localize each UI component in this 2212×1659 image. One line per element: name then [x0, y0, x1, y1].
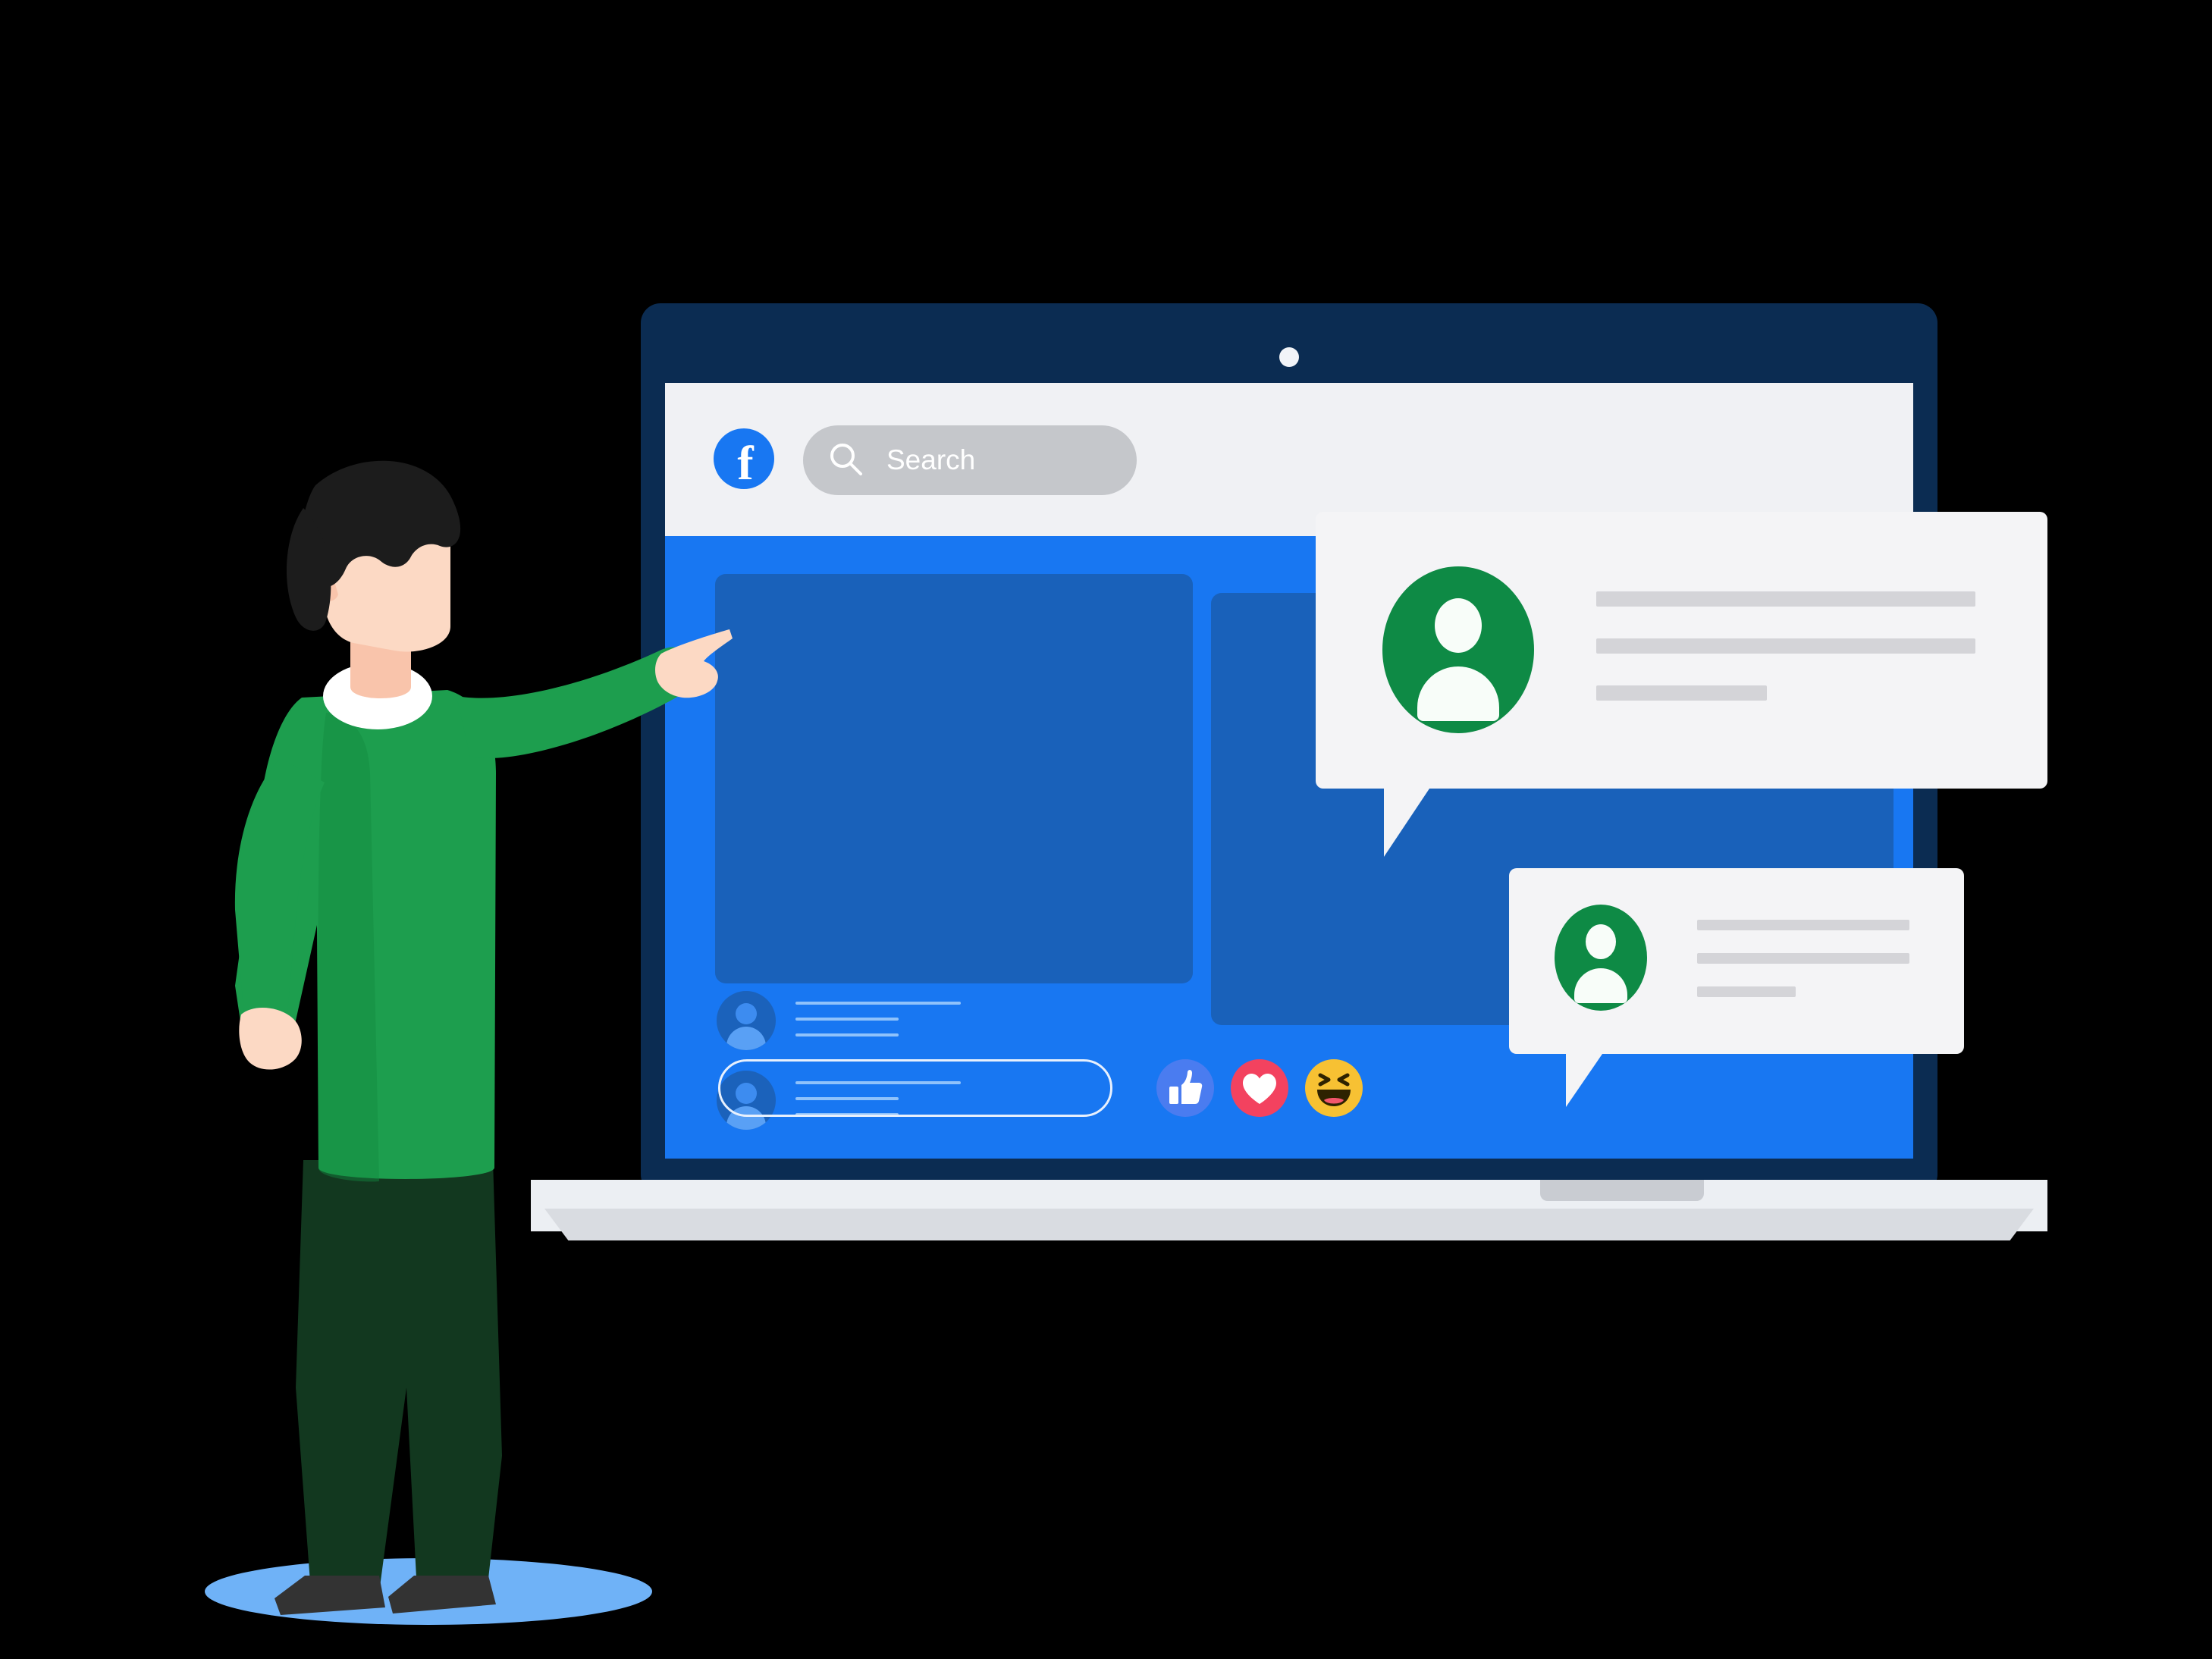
- search-placeholder-text: Search: [886, 444, 976, 475]
- avatar-head: [1586, 924, 1616, 959]
- chat-bubble-secondary[interactable]: [1509, 868, 1964, 1107]
- placeholder-line: [1697, 920, 1909, 930]
- message-text-placeholder: [1697, 920, 1909, 1020]
- chat-bubble-tail: [1566, 1054, 1602, 1107]
- person-pants: [296, 1160, 502, 1592]
- user-avatar-icon: [1382, 566, 1534, 733]
- webcam-icon: [1279, 347, 1299, 367]
- placeholder-line: [1697, 953, 1909, 964]
- placeholder-line: [1596, 591, 1975, 607]
- person-pointing: [234, 460, 733, 1615]
- person-shoe-right: [388, 1576, 496, 1614]
- reaction-love-button[interactable]: [1231, 1059, 1288, 1117]
- avatar-body: [1417, 666, 1499, 721]
- laughing-face-icon: [1317, 1073, 1351, 1106]
- person-shoe-left: [275, 1576, 385, 1615]
- placeholder-line: [1697, 986, 1796, 997]
- placeholder-line: [1596, 685, 1767, 701]
- person-sweater-shading: [318, 713, 379, 1182]
- placeholder-line: [1596, 638, 1975, 654]
- avatar-head: [1435, 598, 1482, 653]
- reaction-like-button[interactable]: [1156, 1059, 1214, 1117]
- message-text-placeholder: [1596, 591, 1975, 732]
- heart-icon: [1243, 1074, 1276, 1104]
- reaction-bar: [1156, 1059, 1363, 1117]
- avatar-body: [1574, 968, 1627, 1003]
- chat-bubble-tail: [1384, 789, 1429, 857]
- illustration-canvas: f Search: [0, 0, 2212, 1659]
- reaction-haha-button[interactable]: [1305, 1059, 1363, 1117]
- person-hand-pointing: [655, 629, 733, 698]
- chat-bubble-primary[interactable]: [1316, 512, 2047, 857]
- thumbs-up-icon: [1169, 1070, 1203, 1104]
- search-icon: [830, 444, 862, 475]
- user-avatar-icon: [1555, 905, 1647, 1011]
- search-input[interactable]: Search: [803, 425, 1137, 495]
- trackpad-notch: [1540, 1180, 1704, 1201]
